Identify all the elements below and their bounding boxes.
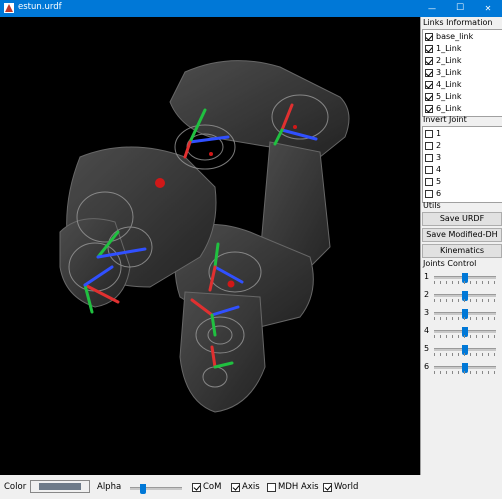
axis-label: Axis bbox=[242, 482, 260, 492]
link-item-label: base_link bbox=[436, 32, 474, 41]
joint-label: 1 bbox=[424, 272, 430, 281]
link-item-label: 3_Link bbox=[436, 68, 462, 77]
link-item-label: 2_Link bbox=[436, 56, 462, 65]
joint-slider[interactable] bbox=[434, 309, 496, 319]
invert-joint-item-label: 6 bbox=[436, 189, 442, 198]
link-item-label: 1_Link bbox=[436, 44, 462, 53]
title-bar: estun.urdf — ☐ ✕ bbox=[0, 0, 502, 17]
link-item-checkbox[interactable] bbox=[425, 33, 433, 41]
invert-joint-item-label: 1 bbox=[436, 129, 442, 138]
invert-joint-item-row[interactable]: 2 bbox=[423, 140, 500, 152]
invert-joint-item-checkbox[interactable] bbox=[425, 178, 433, 186]
minimize-button[interactable]: — bbox=[418, 0, 446, 17]
kinematics-button[interactable]: Kinematics bbox=[422, 244, 502, 258]
joint-control-row: 4 bbox=[421, 324, 502, 340]
joint-slider[interactable] bbox=[434, 345, 496, 355]
joint-control-row: 6 bbox=[421, 360, 502, 376]
joint-control-row: 2 bbox=[421, 288, 502, 304]
links-list: base_link 1_Link 2_Link 3_Link 4_Link 5_Link 6… bbox=[422, 29, 502, 117]
link-item-row[interactable]: 1_Link bbox=[423, 43, 500, 55]
joint-label: 6 bbox=[424, 362, 430, 371]
app-icon bbox=[4, 3, 14, 13]
invert-joint-item-label: 5 bbox=[436, 177, 442, 186]
joint-label: 2 bbox=[424, 290, 430, 299]
link-item-label: 4_Link bbox=[436, 80, 462, 89]
invert-joint-item-label: 4 bbox=[436, 165, 442, 174]
joint-slider-ticks bbox=[434, 335, 496, 338]
color-picker-button[interactable] bbox=[30, 480, 90, 493]
invert-joint-item-row[interactable]: 6 bbox=[423, 188, 500, 200]
link-item-label: 5_Link bbox=[436, 92, 462, 101]
invert-joint-item-row[interactable]: 5 bbox=[423, 176, 500, 188]
invert-section-label: Invert Joint bbox=[423, 115, 467, 124]
com-label: CoM bbox=[203, 482, 222, 492]
color-swatch bbox=[39, 483, 81, 490]
mdh-axis-label: MDH Axis bbox=[278, 482, 319, 492]
link-item-row[interactable]: 5_Link bbox=[423, 91, 500, 103]
invert-joint-item-row[interactable]: 3 bbox=[423, 152, 500, 164]
axis-checkbox[interactable] bbox=[231, 483, 240, 492]
alpha-slider[interactable] bbox=[130, 484, 182, 494]
robot-model-render bbox=[59, 60, 350, 413]
joint-slider[interactable] bbox=[434, 363, 496, 373]
mdh-axis-checkbox[interactable] bbox=[267, 483, 276, 492]
joints-control-label: Joints Control bbox=[423, 259, 477, 268]
link-item-row[interactable]: 3_Link bbox=[423, 67, 500, 79]
alpha-slider-thumb[interactable] bbox=[140, 484, 146, 494]
link-item-checkbox[interactable] bbox=[425, 45, 433, 53]
control-panel: Links Information base_link 1_Link 2_Link 3… bbox=[420, 17, 502, 475]
joint-control-row: 3 bbox=[421, 306, 502, 322]
joint-slider-ticks bbox=[434, 317, 496, 320]
link-item-checkbox[interactable] bbox=[425, 105, 433, 113]
utils-section-label: Utils bbox=[423, 201, 441, 210]
links-section-label: Links Information bbox=[423, 18, 493, 27]
robot-3d-viewport[interactable] bbox=[0, 17, 420, 475]
save-modified-dh-button[interactable]: Save Modified-DH bbox=[422, 228, 502, 242]
invert-joint-item-label: 2 bbox=[436, 141, 442, 150]
invert-joint-item-checkbox[interactable] bbox=[425, 154, 433, 162]
joint-slider[interactable] bbox=[434, 291, 496, 301]
invert-joint-item-row[interactable]: 4 bbox=[423, 164, 500, 176]
invert-joint-item-checkbox[interactable] bbox=[425, 166, 433, 174]
link-item-checkbox[interactable] bbox=[425, 69, 433, 77]
joint-slider-ticks bbox=[434, 353, 496, 356]
link-item-checkbox[interactable] bbox=[425, 57, 433, 65]
invert-joint-list: 1 2 3 4 5 6 bbox=[422, 126, 502, 203]
link-item-row[interactable]: base_link bbox=[423, 31, 500, 43]
com-checkbox[interactable] bbox=[192, 483, 201, 492]
invert-joint-item-checkbox[interactable] bbox=[425, 142, 433, 150]
invert-joint-item-label: 3 bbox=[436, 153, 442, 162]
link-item-row[interactable]: 2_Link bbox=[423, 55, 500, 67]
close-button[interactable]: ✕ bbox=[474, 0, 502, 17]
world-checkbox[interactable] bbox=[323, 483, 332, 492]
joint-label: 4 bbox=[424, 326, 430, 335]
joint-label: 3 bbox=[424, 308, 430, 317]
window-title: estun.urdf bbox=[18, 2, 62, 12]
joint-slider-ticks bbox=[434, 281, 496, 284]
invert-joint-item-row[interactable]: 1 bbox=[423, 128, 500, 140]
joint-slider[interactable] bbox=[434, 273, 496, 283]
joint-control-row: 5 bbox=[421, 342, 502, 358]
save-urdf-button[interactable]: Save URDF bbox=[422, 212, 502, 226]
link-item-label: 6_Link bbox=[436, 104, 462, 113]
joint-control-row: 1 bbox=[421, 270, 502, 286]
color-label: Color bbox=[4, 482, 27, 492]
alpha-label: Alpha bbox=[97, 482, 122, 492]
world-label: World bbox=[334, 482, 359, 492]
invert-joint-item-checkbox[interactable] bbox=[425, 190, 433, 198]
link-item-row[interactable]: 6_Link bbox=[423, 103, 500, 115]
joint-slider-ticks bbox=[434, 371, 496, 374]
invert-joint-item-checkbox[interactable] bbox=[425, 130, 433, 138]
bottom-toolbar: Color Alpha CoM Axis MDH Axis World bbox=[0, 475, 502, 499]
joint-slider-ticks bbox=[434, 299, 496, 302]
link-item-row[interactable]: 4_Link bbox=[423, 79, 500, 91]
joint-slider[interactable] bbox=[434, 327, 496, 337]
link-item-checkbox[interactable] bbox=[425, 93, 433, 101]
link-item-checkbox[interactable] bbox=[425, 81, 433, 89]
maximize-button[interactable]: ☐ bbox=[446, 0, 474, 17]
joint-label: 5 bbox=[424, 344, 430, 353]
